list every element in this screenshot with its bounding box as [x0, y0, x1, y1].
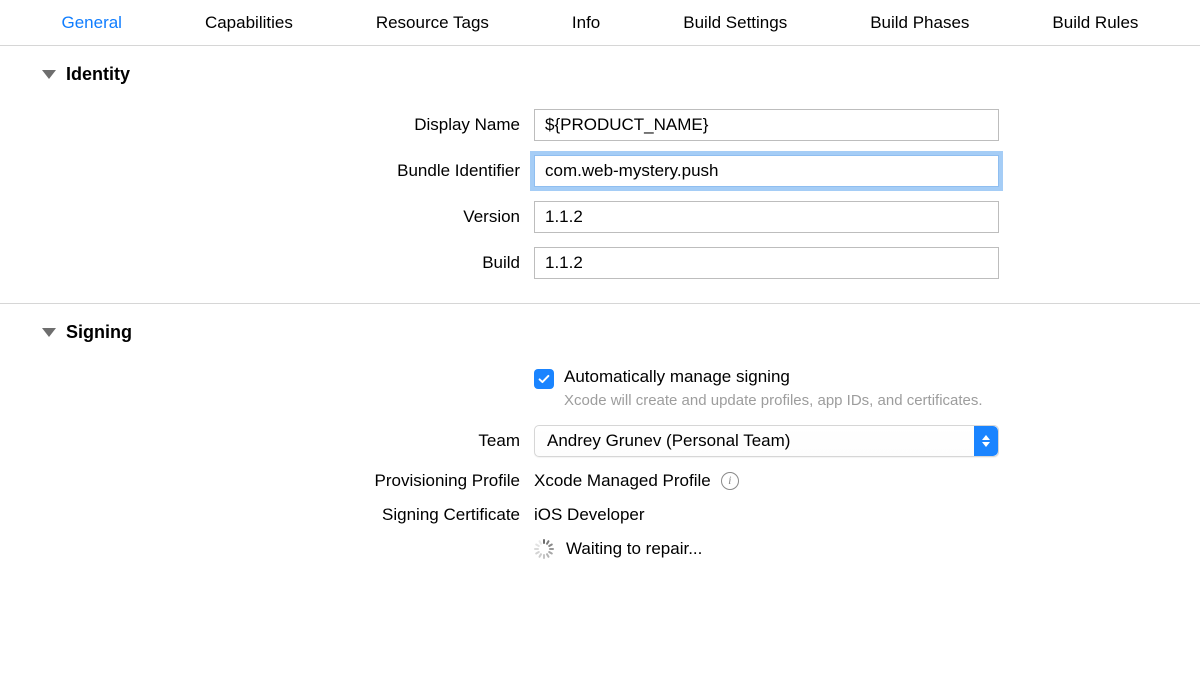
editor-tabs: General Capabilities Resource Tags Info … — [0, 0, 1200, 46]
identity-section: Identity Display Name Bundle Identifier … — [0, 46, 1200, 303]
team-select[interactable]: Andrey Grunev (Personal Team) — [534, 425, 999, 457]
signing-header[interactable]: Signing — [0, 322, 1200, 343]
tab-info[interactable]: Info — [554, 1, 618, 45]
auto-manage-signing-label: Automatically manage signing — [564, 367, 983, 387]
checkmark-icon — [537, 372, 551, 386]
provisioning-profile-value: Xcode Managed Profile — [534, 471, 711, 491]
team-select-value: Andrey Grunev (Personal Team) — [547, 431, 790, 451]
tab-build-phases[interactable]: Build Phases — [852, 1, 987, 45]
bundle-identifier-label: Bundle Identifier — [0, 161, 520, 181]
identity-header[interactable]: Identity — [0, 64, 1200, 85]
provisioning-profile-label: Provisioning Profile — [0, 471, 520, 491]
disclosure-triangle-icon — [42, 328, 56, 337]
disclosure-triangle-icon — [42, 70, 56, 79]
tab-capabilities[interactable]: Capabilities — [187, 1, 311, 45]
team-label: Team — [0, 431, 520, 451]
tab-build-settings[interactable]: Build Settings — [665, 1, 805, 45]
signing-certificate-label: Signing Certificate — [0, 505, 520, 525]
display-name-input[interactable] — [534, 109, 999, 141]
signing-title: Signing — [66, 322, 132, 343]
info-icon[interactable]: i — [721, 472, 739, 490]
auto-manage-signing-sublabel: Xcode will create and update profiles, a… — [564, 391, 983, 411]
signing-status-text: Waiting to repair... — [566, 539, 702, 559]
identity-title: Identity — [66, 64, 130, 85]
bundle-identifier-input[interactable] — [534, 155, 999, 187]
tab-general[interactable]: General — [43, 1, 139, 45]
select-arrows-icon — [974, 426, 998, 456]
tab-build-rules[interactable]: Build Rules — [1034, 1, 1156, 45]
spinner-icon — [534, 539, 554, 559]
build-input[interactable] — [534, 247, 999, 279]
version-label: Version — [0, 207, 520, 227]
signing-section: Signing Automatically manage signing Xco… — [0, 303, 1200, 591]
auto-manage-signing-checkbox[interactable] — [534, 369, 554, 389]
version-input[interactable] — [534, 201, 999, 233]
signing-certificate-value: iOS Developer — [534, 505, 645, 525]
build-label: Build — [0, 253, 520, 273]
tab-resource-tags[interactable]: Resource Tags — [358, 1, 507, 45]
display-name-label: Display Name — [0, 115, 520, 135]
